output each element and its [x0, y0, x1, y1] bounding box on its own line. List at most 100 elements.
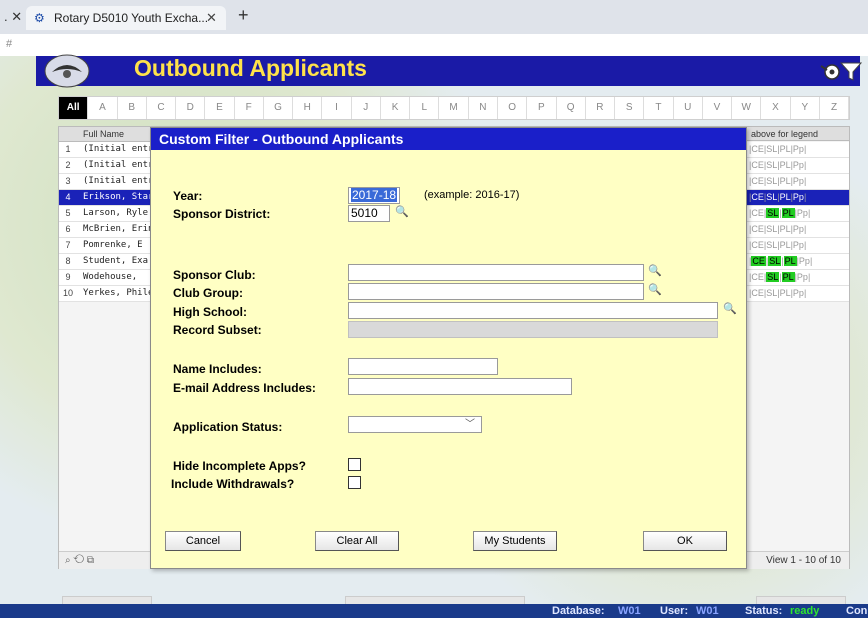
- letter-filter-s[interactable]: S: [615, 97, 645, 119]
- status-flag: CE: [751, 288, 764, 298]
- letter-filter-l[interactable]: L: [410, 97, 440, 119]
- letter-filter-o[interactable]: O: [498, 97, 528, 119]
- letter-filter-t[interactable]: T: [644, 97, 674, 119]
- close-icon[interactable]: . ✕: [4, 9, 22, 25]
- row-full-name: (Initial entry: [83, 176, 151, 186]
- letter-filter-j[interactable]: J: [352, 97, 381, 119]
- new-tab-icon[interactable]: +: [238, 5, 249, 26]
- application-status-label: Application Status:: [173, 420, 283, 434]
- letter-filter-u[interactable]: U: [674, 97, 703, 119]
- custom-filter-dialog: Custom Filter - Outbound Applicants Year…: [150, 127, 747, 569]
- status-flag: Pp: [796, 208, 808, 218]
- row-status-flags: |CE|SL|PL|Pp|: [749, 224, 807, 234]
- record-subset-input: [348, 321, 718, 338]
- email-input[interactable]: [348, 378, 572, 395]
- include-withdrawals-checkbox[interactable]: [348, 476, 361, 489]
- status-trailing: Con: [846, 605, 868, 617]
- year-label: Year:: [173, 189, 203, 203]
- page-title: Outbound Applicants: [134, 55, 367, 81]
- row-full-name: McBrien, Erin: [83, 224, 151, 234]
- status-flag: PL: [779, 288, 791, 298]
- browser-tab[interactable]: ⚙ Rotary D5010 Youth Excha... ✕: [26, 6, 226, 30]
- status-flag: SL: [766, 272, 780, 282]
- hide-incomplete-checkbox[interactable]: [348, 458, 361, 471]
- row-full-name: Yerkes, Phile: [83, 288, 151, 298]
- filter-icon[interactable]: [840, 60, 862, 82]
- row-number: 4: [65, 192, 71, 202]
- status-flag: PL: [779, 240, 791, 250]
- status-flag: SL: [766, 208, 780, 218]
- letter-filter-n[interactable]: N: [469, 97, 498, 119]
- row-number: 1: [65, 144, 71, 154]
- status-flag: PL: [779, 144, 791, 154]
- key-icon[interactable]: [818, 60, 840, 82]
- letter-filter-z[interactable]: Z: [820, 97, 850, 119]
- row-full-name: (Initial entry: [83, 160, 151, 170]
- application-status-select[interactable]: ﹀: [348, 416, 482, 433]
- email-label: E-mail Address Includes:: [173, 381, 316, 395]
- letter-filter-r[interactable]: R: [586, 97, 616, 119]
- letter-filter-f[interactable]: F: [235, 97, 264, 119]
- status-flag: Pp: [792, 288, 804, 298]
- status-flag: PL: [783, 256, 797, 266]
- letter-filter-m[interactable]: M: [439, 97, 469, 119]
- club-group-input[interactable]: [348, 283, 644, 300]
- letter-filter-d[interactable]: D: [176, 97, 206, 119]
- row-number: 10: [62, 288, 73, 298]
- name-includes-input[interactable]: [348, 358, 498, 375]
- close-icon[interactable]: ✕: [206, 10, 217, 26]
- status-bar: Database: W01 User: W01 Status: ready Co…: [0, 604, 868, 618]
- column-header-full-name[interactable]: Full Name: [59, 127, 151, 142]
- letter-filter-a[interactable]: A: [88, 97, 118, 119]
- pager-icons[interactable]: ⌕ ⟲ ⧉: [65, 552, 94, 569]
- year-input[interactable]: 2017-18: [348, 187, 400, 204]
- address-bar[interactable]: #: [0, 34, 868, 56]
- row-status-flags: |CE|SL|PL|Pp|: [749, 176, 807, 186]
- rotary-seal-logo: [44, 54, 90, 88]
- status-flag: SL: [768, 256, 782, 266]
- status-flag: Pp: [796, 272, 808, 282]
- letter-filter-k[interactable]: K: [381, 97, 411, 119]
- letter-filter-p[interactable]: P: [527, 97, 557, 119]
- sponsor-district-input[interactable]: 5010: [348, 205, 390, 222]
- search-icon[interactable]: 🔍: [723, 302, 737, 315]
- high-school-input[interactable]: [348, 302, 718, 319]
- column-header-label: Full Name: [83, 129, 125, 139]
- letter-filter-b[interactable]: B: [118, 97, 147, 119]
- letter-filter-y[interactable]: Y: [791, 97, 820, 119]
- sponsor-club-input[interactable]: [348, 264, 644, 281]
- search-icon[interactable]: 🔍: [648, 264, 662, 277]
- letter-filter-e[interactable]: E: [205, 97, 235, 119]
- letter-filter-c[interactable]: C: [147, 97, 177, 119]
- row-number: 3: [65, 176, 71, 186]
- letter-filter-q[interactable]: Q: [557, 97, 586, 119]
- search-icon[interactable]: 🔍: [395, 205, 409, 218]
- status-flag: PL: [779, 160, 791, 170]
- letter-filter-v[interactable]: V: [703, 97, 733, 119]
- my-students-button[interactable]: My Students: [473, 531, 557, 551]
- ok-button[interactable]: OK: [643, 531, 727, 551]
- tab-title: Rotary D5010 Youth Excha...: [54, 11, 209, 25]
- letter-filter-w[interactable]: W: [732, 97, 762, 119]
- row-number: 6: [65, 224, 71, 234]
- letter-filter-x[interactable]: X: [761, 97, 791, 119]
- status-flag: PL: [781, 208, 795, 218]
- row-full-name: Larson, Ryle: [83, 208, 149, 218]
- status-flag: CE: [751, 224, 764, 234]
- letter-filter-i[interactable]: I: [322, 97, 352, 119]
- include-withdrawals-label: Include Withdrawals?: [171, 477, 295, 491]
- rotary-favicon-icon: ⚙: [34, 11, 45, 25]
- letter-filter-all[interactable]: All: [59, 97, 89, 119]
- letter-filter-g[interactable]: G: [264, 97, 294, 119]
- clear-all-button[interactable]: Clear All: [315, 531, 399, 551]
- cancel-button[interactable]: Cancel: [165, 531, 241, 551]
- row-number: 7: [65, 240, 71, 250]
- status-flag: PL: [781, 272, 795, 282]
- row-full-name: Pomrenke, E: [83, 240, 143, 250]
- column-header-legend: above for legend: [747, 127, 849, 141]
- status-flag: SL: [766, 176, 778, 186]
- browser-tabstrip: . ✕ ⚙ Rotary D5010 Youth Excha... ✕ +: [0, 0, 868, 34]
- letter-filter-h[interactable]: H: [293, 97, 323, 119]
- search-icon[interactable]: 🔍: [648, 283, 662, 296]
- status-flag: CE: [751, 272, 764, 282]
